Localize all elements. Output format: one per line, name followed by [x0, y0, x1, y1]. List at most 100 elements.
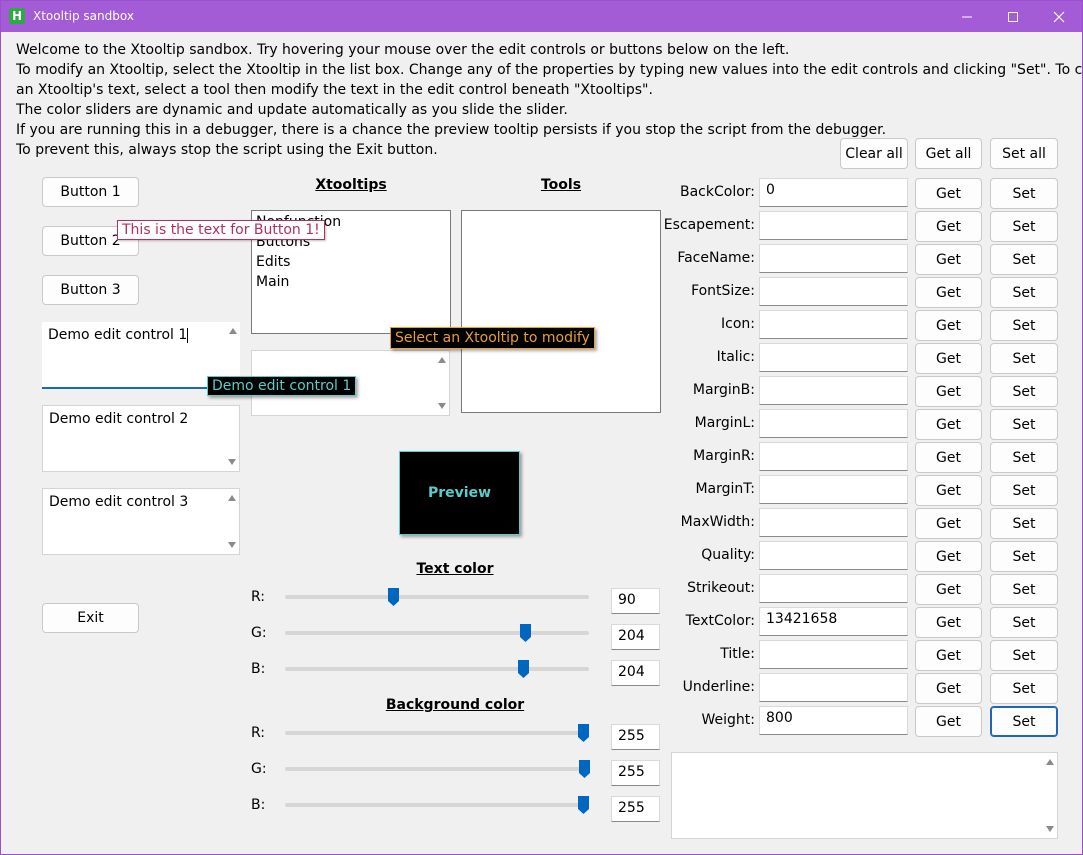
text-g-value[interactable]: 204	[611, 624, 660, 650]
property-get-button[interactable]: Get	[915, 244, 982, 275]
demo-edit-control-3[interactable]: Demo edit control 3	[42, 488, 240, 555]
property-get-button[interactable]: Get	[915, 607, 982, 638]
scroll-up-icon[interactable]	[1046, 759, 1054, 765]
text-r-slider-track[interactable]	[285, 595, 589, 599]
bg-g-value[interactable]: 255	[611, 760, 660, 786]
bg-g-slider-track[interactable]	[285, 767, 589, 771]
scroll-up-icon[interactable]	[438, 357, 446, 363]
title-bar[interactable]: H Xtooltip sandbox	[1, 1, 1082, 32]
set-all-button[interactable]: Set all	[990, 138, 1058, 169]
property-get-button[interactable]: Get	[915, 277, 982, 308]
property-get-button[interactable]: Get	[915, 409, 982, 440]
scroll-down-icon[interactable]	[228, 542, 236, 548]
scroll-down-icon[interactable]	[438, 403, 446, 409]
minimize-button[interactable]	[944, 1, 990, 32]
text-g-slider-track[interactable]	[285, 631, 589, 635]
property-get-button[interactable]: Get	[915, 310, 982, 341]
property-value-input[interactable]	[759, 376, 908, 405]
text-b-value[interactable]: 204	[611, 660, 660, 686]
property-set-button[interactable]: Set	[990, 178, 1058, 209]
property-get-button[interactable]: Get	[915, 178, 982, 209]
property-value-input[interactable]	[759, 310, 908, 339]
clear-all-button[interactable]: Clear all	[840, 138, 908, 169]
property-value-input[interactable]	[759, 277, 908, 306]
property-value-input[interactable]	[759, 574, 908, 603]
list-item[interactable]: Main	[256, 274, 289, 290]
text-b-slider-thumb[interactable]	[518, 660, 529, 678]
property-set-button[interactable]: Set	[990, 343, 1058, 374]
property-get-button[interactable]: Get	[915, 442, 982, 473]
property-value-input[interactable]	[759, 475, 908, 504]
list-item[interactable]: Edits	[256, 254, 290, 270]
tooltip-text-scrollbar[interactable]	[437, 353, 447, 413]
bg-b-slider-thumb[interactable]	[578, 796, 589, 814]
bg-b-value[interactable]: 255	[611, 796, 660, 822]
property-set-button[interactable]: Set	[990, 475, 1058, 506]
property-value-input[interactable]: 0	[759, 178, 908, 207]
property-value-input[interactable]	[759, 541, 908, 570]
output-scrollbar[interactable]	[1045, 755, 1055, 836]
property-set-button[interactable]: Set	[990, 574, 1058, 605]
property-set-button[interactable]: Set	[990, 409, 1058, 440]
text-r-value[interactable]: 90	[611, 588, 660, 614]
intro-line-1: Welcome to the Xtooltip sandbox. Try hov…	[16, 42, 790, 58]
property-get-button[interactable]: Get	[915, 574, 982, 605]
property-set-button[interactable]: Set	[990, 211, 1058, 242]
scroll-down-icon[interactable]	[1046, 826, 1054, 832]
property-set-button[interactable]: Set	[990, 607, 1058, 638]
edit2-scrollbar[interactable]	[227, 408, 237, 469]
demo-edit-control-2[interactable]: Demo edit control 2	[42, 405, 240, 472]
property-set-button[interactable]: Set	[990, 508, 1058, 539]
property-value-input[interactable]	[759, 640, 908, 669]
property-set-button[interactable]: Set	[990, 673, 1058, 704]
edit3-scrollbar[interactable]	[227, 491, 237, 552]
text-g-slider-thumb[interactable]	[520, 624, 531, 642]
property-set-button[interactable]: Set	[990, 541, 1058, 572]
property-get-button[interactable]: Get	[915, 376, 982, 407]
property-set-button[interactable]: Set	[990, 706, 1058, 737]
bg-b-slider-track[interactable]	[285, 803, 589, 807]
exit-button[interactable]: Exit	[42, 603, 139, 633]
get-all-button[interactable]: Get all	[915, 138, 982, 169]
property-get-button[interactable]: Get	[915, 673, 982, 704]
property-set-button[interactable]: Set	[990, 442, 1058, 473]
property-set-button[interactable]: Set	[990, 244, 1058, 275]
bg-r-value[interactable]: 255	[611, 724, 660, 750]
bg-g-slider-thumb[interactable]	[579, 760, 590, 778]
tools-listbox[interactable]	[461, 210, 661, 413]
scroll-up-icon[interactable]	[229, 328, 237, 334]
property-get-button[interactable]: Get	[915, 541, 982, 572]
scroll-down-icon[interactable]	[228, 459, 236, 465]
bg-r-slider-track[interactable]	[285, 731, 589, 735]
button-1[interactable]: Button 1	[42, 177, 139, 207]
property-get-button[interactable]: Get	[915, 706, 982, 737]
close-button[interactable]	[1036, 1, 1082, 32]
property-value-input[interactable]	[759, 409, 908, 438]
output-edit[interactable]	[671, 752, 1058, 839]
property-set-button[interactable]: Set	[990, 376, 1058, 407]
property-value-input[interactable]	[759, 343, 908, 372]
text-r-slider-thumb[interactable]	[388, 588, 399, 606]
property-set-button[interactable]: Set	[990, 277, 1058, 308]
maximize-button[interactable]	[990, 1, 1036, 32]
bg-r-slider-thumb[interactable]	[578, 724, 589, 742]
property-get-button[interactable]: Get	[915, 343, 982, 374]
text-b-slider-track[interactable]	[285, 667, 589, 671]
scroll-up-icon[interactable]	[228, 495, 236, 501]
property-value-input[interactable]	[759, 442, 908, 471]
button-3[interactable]: Button 3	[42, 275, 139, 305]
property-set-button[interactable]: Set	[990, 640, 1058, 671]
intro-line-4: The color sliders are dynamic and update…	[16, 102, 568, 118]
property-get-button[interactable]: Get	[915, 211, 982, 242]
property-value-input[interactable]	[759, 673, 908, 702]
property-get-button[interactable]: Get	[915, 640, 982, 671]
property-value-input[interactable]: 13421658	[759, 607, 908, 636]
property-get-button[interactable]: Get	[915, 508, 982, 539]
property-get-button[interactable]: Get	[915, 475, 982, 506]
property-set-button[interactable]: Set	[990, 310, 1058, 341]
background-color-heading: Background color	[385, 697, 525, 713]
property-value-input[interactable]	[759, 211, 908, 240]
property-value-input[interactable]: 800	[759, 706, 908, 735]
property-value-input[interactable]	[759, 508, 908, 537]
property-value-input[interactable]	[759, 244, 908, 273]
